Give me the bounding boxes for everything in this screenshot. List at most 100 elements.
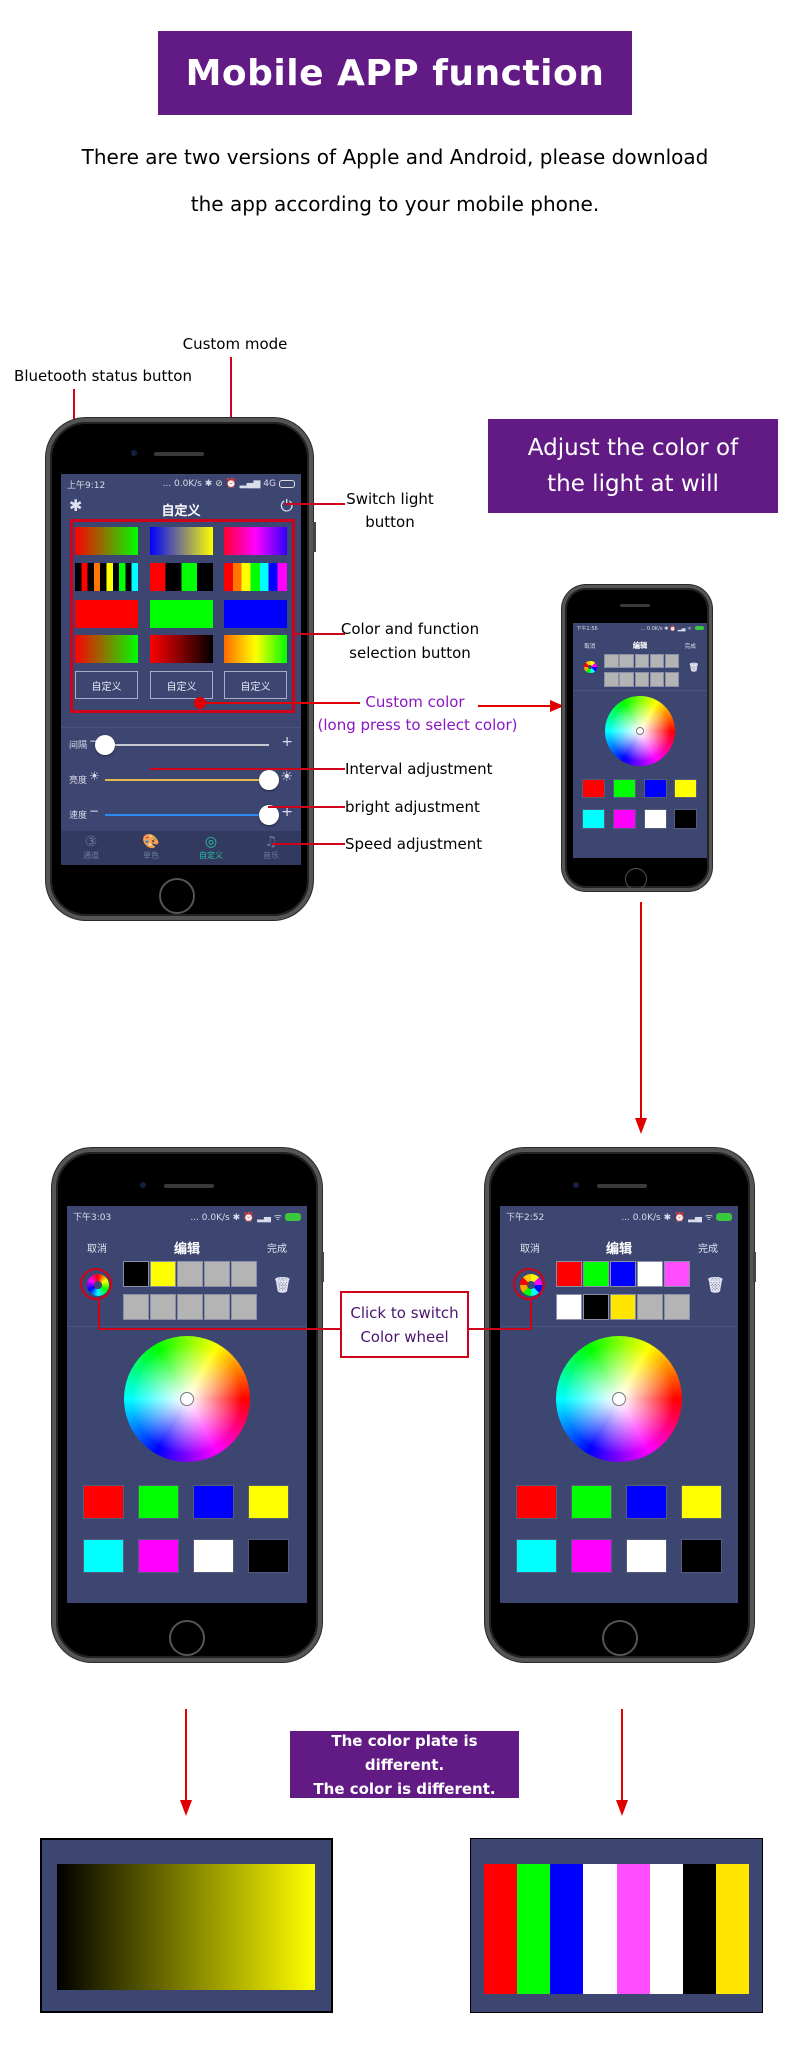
slider-track[interactable]: [105, 814, 269, 816]
slider-thumb[interactable]: [95, 735, 115, 755]
color-slot[interactable]: [610, 1261, 636, 1287]
preset-color-swatch[interactable]: [674, 779, 698, 799]
done-button[interactable]: 完成: [698, 1240, 718, 1255]
color-slot[interactable]: [649, 653, 665, 669]
trash-icon[interactable]: 🗑: [706, 1276, 725, 1294]
preset-color-swatch[interactable]: [193, 1539, 234, 1573]
status-bar: 下午1:56 ... 0.0K/s ✱ ⏰ ▂▄ ᯤ: [573, 623, 707, 634]
color-slot[interactable]: [150, 1294, 176, 1320]
color-slot[interactable]: [177, 1294, 203, 1320]
sun-large-icon[interactable]: ☀: [280, 769, 293, 785]
color-slot[interactable]: [204, 1294, 230, 1320]
arrow-head-down: [635, 1118, 647, 1134]
color-slot[interactable]: [150, 1261, 176, 1287]
color-wheel-knob[interactable]: [180, 1392, 194, 1406]
tab-channel[interactable]: ③ 通道: [61, 831, 121, 865]
home-button[interactable]: [159, 878, 195, 914]
preset-color-swatch[interactable]: [612, 809, 636, 829]
color-slot[interactable]: [556, 1261, 582, 1287]
minus-icon[interactable]: −: [89, 804, 99, 818]
color-slot[interactable]: [123, 1294, 149, 1320]
preset-color-swatch[interactable]: [248, 1539, 289, 1573]
preset-color-swatch[interactable]: [516, 1485, 557, 1519]
color-wheel-toggle-icon[interactable]: [584, 661, 597, 674]
color-slot[interactable]: [604, 672, 619, 687]
preset-color-swatch[interactable]: [681, 1485, 722, 1519]
left-wheel-highlight: [80, 1268, 112, 1300]
right-callout-vertical: [530, 1300, 532, 1330]
color-slot[interactable]: [664, 672, 680, 687]
home-button[interactable]: [169, 1620, 205, 1656]
color-slot[interactable]: [619, 672, 635, 687]
slider-track[interactable]: [105, 744, 269, 746]
color-slot[interactable]: [664, 1261, 690, 1287]
color-slot[interactable]: [649, 672, 665, 687]
color-slot[interactable]: [634, 653, 650, 669]
switch-wheel-callout: Click to switch Color wheel: [340, 1291, 469, 1358]
color-wheel-knob[interactable]: [612, 1392, 626, 1406]
speaker: [620, 604, 650, 607]
preset-color-swatch[interactable]: [674, 809, 698, 829]
tab-music[interactable]: ♫ 音乐: [241, 831, 301, 865]
switch-light-label-1: Switch light: [346, 490, 434, 508]
preset-color-swatch[interactable]: [643, 809, 667, 829]
sun-small-icon[interactable]: ☀: [89, 769, 100, 783]
color-slot[interactable]: [619, 653, 635, 669]
preset-color-swatch[interactable]: [643, 779, 667, 799]
tab-custom[interactable]: ◎ 自定义: [181, 831, 241, 865]
trash-icon[interactable]: 🗑: [273, 1276, 292, 1294]
color-slot[interactable]: [583, 1294, 609, 1320]
result-stripe: [517, 1864, 551, 1994]
color-slot[interactable]: [231, 1294, 257, 1320]
slider-track[interactable]: [105, 779, 269, 781]
color-slot[interactable]: [556, 1294, 582, 1320]
preset-color-swatch[interactable]: [83, 1485, 124, 1519]
home-button[interactable]: [625, 868, 647, 890]
slider-thumb[interactable]: [259, 770, 279, 790]
preset-color-swatch[interactable]: [248, 1485, 289, 1519]
preset-color-swatch[interactable]: [612, 779, 636, 799]
preset-color-swatch[interactable]: [83, 1539, 124, 1573]
preset-color-swatch[interactable]: [681, 1539, 722, 1573]
color-slot[interactable]: [664, 1294, 690, 1320]
color-slot[interactable]: [634, 672, 650, 687]
plus-icon[interactable]: +: [281, 734, 293, 750]
preset-color-swatch[interactable]: [138, 1485, 179, 1519]
front-camera: [573, 1182, 579, 1188]
color-slot[interactable]: [177, 1261, 203, 1287]
color-slot[interactable]: [204, 1261, 230, 1287]
preset-color-swatch[interactable]: [571, 1539, 612, 1573]
slider-thumb[interactable]: [259, 805, 279, 825]
preset-color-swatch[interactable]: [138, 1539, 179, 1573]
right-wheel-highlight: [513, 1268, 545, 1300]
preset-color-swatch[interactable]: [571, 1485, 612, 1519]
done-button[interactable]: 完成: [685, 642, 696, 650]
preset-color-swatch[interactable]: [516, 1539, 557, 1573]
preset-color-swatch[interactable]: [581, 779, 605, 799]
color-slot[interactable]: [583, 1261, 609, 1287]
color-wheel-knob[interactable]: [636, 727, 644, 735]
status-icons: ... 0.0K/s ✱ ⊘ ⏰ ▂▄▆ 4G: [163, 479, 295, 489]
color-slot[interactable]: [123, 1261, 149, 1287]
divider: [67, 1326, 307, 1327]
done-button[interactable]: 完成: [267, 1240, 287, 1255]
color-slot[interactable]: [610, 1294, 636, 1320]
result-stripe: [616, 1864, 650, 1994]
status-time: 下午3:03: [73, 1212, 112, 1223]
preset-color-swatch[interactable]: [626, 1485, 667, 1519]
interval-label: Interval adjustment: [345, 760, 493, 778]
preset-color-swatch[interactable]: [193, 1485, 234, 1519]
power-icon[interactable]: ⏻: [280, 496, 293, 516]
preset-color-swatch[interactable]: [581, 809, 605, 829]
color-slot[interactable]: [231, 1261, 257, 1287]
color-slot[interactable]: [604, 653, 619, 669]
difference-line-2: The color is different.: [313, 1779, 496, 1798]
color-slot[interactable]: [664, 653, 680, 669]
color-slot[interactable]: [637, 1261, 663, 1287]
color-slot[interactable]: [637, 1294, 663, 1320]
home-button[interactable]: [602, 1620, 638, 1656]
trash-icon[interactable]: 🗑: [688, 662, 699, 673]
preset-color-swatch[interactable]: [626, 1539, 667, 1573]
result-stripe: [583, 1864, 617, 1994]
tab-single-color[interactable]: 🎨 单色: [121, 831, 181, 865]
